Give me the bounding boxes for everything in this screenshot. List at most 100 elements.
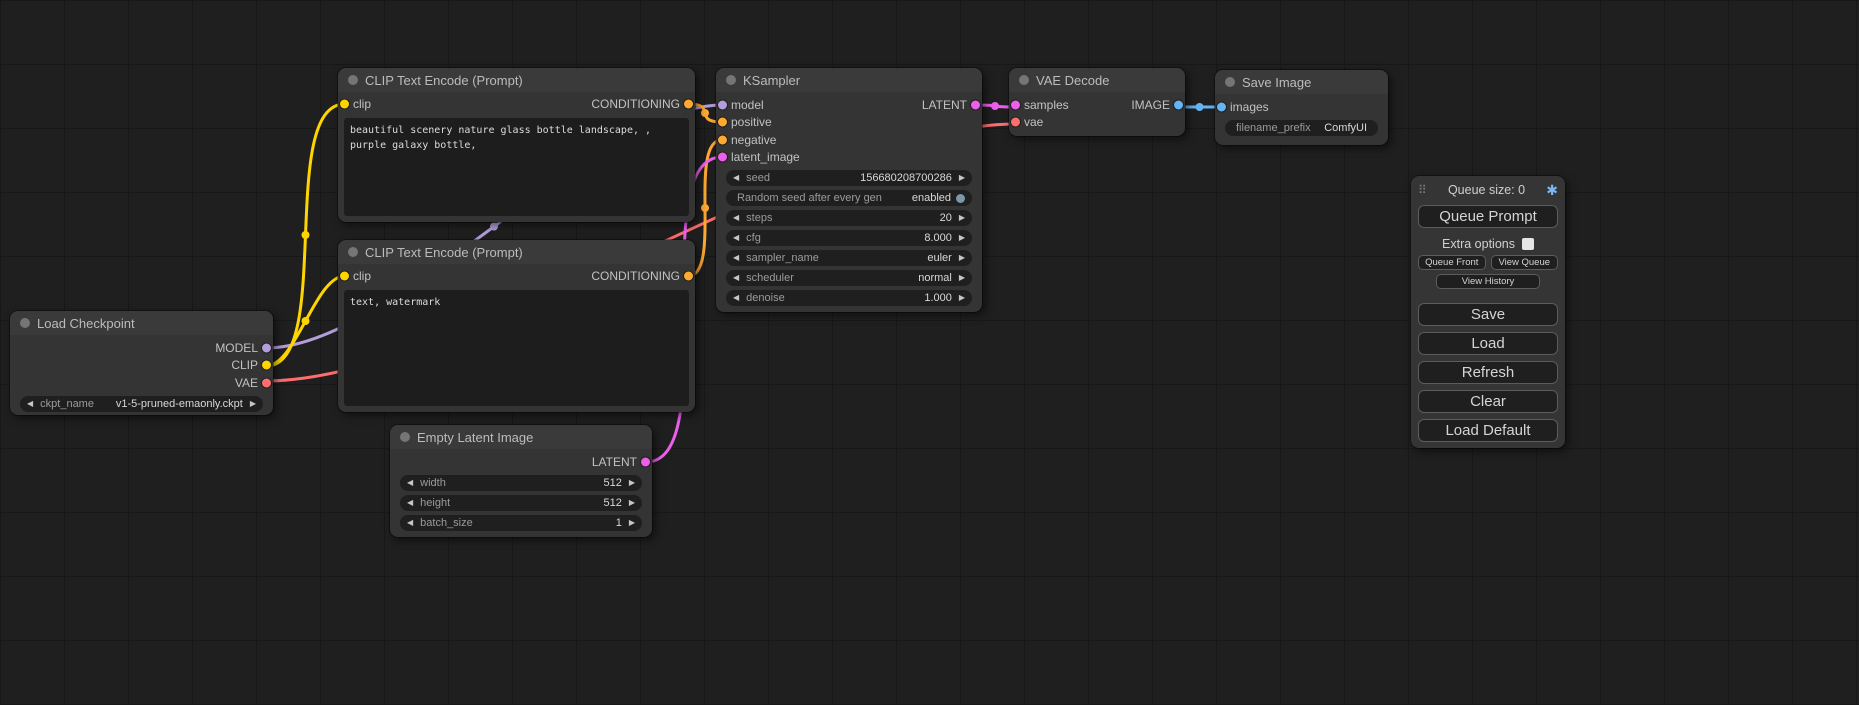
link-wire-clip xyxy=(266,276,345,366)
output-dot-vae[interactable] xyxy=(262,378,271,387)
settings-gear-icon[interactable]: ✱ xyxy=(1546,182,1558,199)
drag-handle-icon[interactable]: ⠿ xyxy=(1418,183,1427,197)
node-title-bar[interactable]: KSampler xyxy=(716,68,982,92)
decrement-arrow-icon[interactable]: ◀ xyxy=(733,234,739,242)
input-slot-latent-image: latent_image xyxy=(716,149,982,167)
collapse-dot[interactable] xyxy=(348,75,358,85)
output-slot-vae: VAE xyxy=(10,374,273,392)
node-title: Save Image xyxy=(1242,75,1311,90)
widget-width[interactable]: ◀ width 512 ▶ xyxy=(400,475,642,491)
input-dot-clip[interactable] xyxy=(340,100,349,109)
view-history-button[interactable]: View History xyxy=(1436,274,1540,289)
input-dot-negative[interactable] xyxy=(718,135,727,144)
output-label: VAE xyxy=(235,376,258,390)
widget-batch-size[interactable]: ◀ batch_size 1 ▶ xyxy=(400,515,642,531)
widget-random-seed-toggle[interactable]: Random seed after every gen enabled xyxy=(726,190,972,206)
slot-row: clip CONDITIONING xyxy=(338,92,695,116)
next-arrow-icon[interactable]: ▶ xyxy=(959,274,965,282)
decrement-arrow-icon[interactable]: ◀ xyxy=(407,499,413,507)
node-clip-text-encode-negative[interactable]: CLIP Text Encode (Prompt) clip CONDITION… xyxy=(338,240,695,412)
node-title-bar[interactable]: Load Checkpoint xyxy=(10,311,273,335)
prompt-textarea[interactable]: text, watermark xyxy=(344,290,689,406)
output-dot-model[interactable] xyxy=(262,343,271,352)
widget-steps[interactable]: ◀ steps 20 ▶ xyxy=(726,210,972,226)
view-queue-button[interactable]: View Queue xyxy=(1491,255,1559,270)
output-dot-latent[interactable] xyxy=(971,100,980,109)
widget-denoise[interactable]: ◀ denoise 1.000 ▶ xyxy=(726,290,972,306)
widget-filename-prefix[interactable]: filename_prefix ComfyUI xyxy=(1225,120,1378,136)
input-slot-negative: negative xyxy=(716,131,982,149)
widget-cfg[interactable]: ◀ cfg 8.000 ▶ xyxy=(726,230,972,246)
load-button[interactable]: Load xyxy=(1418,332,1558,355)
output-label: IMAGE xyxy=(1131,98,1170,112)
decrement-arrow-icon[interactable]: ◀ xyxy=(407,479,413,487)
decrement-arrow-icon[interactable]: ◀ xyxy=(733,174,739,182)
queue-prompt-button[interactable]: Queue Prompt xyxy=(1418,205,1558,228)
queue-front-button[interactable]: Queue Front xyxy=(1418,255,1486,270)
output-dot-image[interactable] xyxy=(1174,100,1183,109)
output-label: CLIP xyxy=(231,358,258,372)
input-dot-latent-image[interactable] xyxy=(718,153,727,162)
increment-arrow-icon[interactable]: ▶ xyxy=(629,479,635,487)
node-load-checkpoint[interactable]: Load Checkpoint MODEL CLIP VAE ◀ ckpt_na… xyxy=(10,311,273,415)
output-dot-conditioning[interactable] xyxy=(684,272,693,281)
node-ksampler[interactable]: KSampler model positive negative latent_… xyxy=(716,68,982,312)
output-dot-clip[interactable] xyxy=(262,361,271,370)
collapse-dot[interactable] xyxy=(1225,77,1235,87)
increment-arrow-icon[interactable]: ▶ xyxy=(629,519,635,527)
increment-arrow-icon[interactable]: ▶ xyxy=(959,214,965,222)
graph-canvas[interactable]: Load Checkpoint MODEL CLIP VAE ◀ ckpt_na… xyxy=(0,0,1859,705)
node-title-bar[interactable]: VAE Decode xyxy=(1009,68,1185,92)
toggle-dot[interactable] xyxy=(956,194,965,203)
input-dot-positive[interactable] xyxy=(718,118,727,127)
output-dot-latent[interactable] xyxy=(641,457,650,466)
increment-arrow-icon[interactable]: ▶ xyxy=(629,499,635,507)
load-default-button[interactable]: Load Default xyxy=(1418,419,1558,442)
collapse-dot[interactable] xyxy=(348,247,358,257)
input-slot-vae: vae xyxy=(1009,114,1185,132)
widget-value: 512 xyxy=(603,477,621,489)
node-clip-text-encode-positive[interactable]: CLIP Text Encode (Prompt) clip CONDITION… xyxy=(338,68,695,222)
collapse-dot[interactable] xyxy=(20,318,30,328)
link-midpoint-dot xyxy=(991,102,999,110)
node-empty-latent-image[interactable]: Empty Latent Image LATENT ◀ width 512 ▶ … xyxy=(390,425,652,537)
increment-arrow-icon[interactable]: ▶ xyxy=(959,174,965,182)
decrement-arrow-icon[interactable]: ◀ xyxy=(733,294,739,302)
link-midpoint-dot xyxy=(701,204,709,212)
input-dot-vae[interactable] xyxy=(1011,118,1020,127)
node-title-bar[interactable]: CLIP Text Encode (Prompt) xyxy=(338,68,695,92)
collapse-dot[interactable] xyxy=(1019,75,1029,85)
increment-arrow-icon[interactable]: ▶ xyxy=(959,294,965,302)
extra-options-checkbox[interactable] xyxy=(1522,238,1534,250)
decrement-arrow-icon[interactable]: ◀ xyxy=(733,214,739,222)
node-save-image[interactable]: Save Image images filename_prefix ComfyU… xyxy=(1215,70,1388,145)
collapse-dot[interactable] xyxy=(726,75,736,85)
widget-name: seed xyxy=(746,172,770,184)
output-dot-conditioning[interactable] xyxy=(684,100,693,109)
widget-height[interactable]: ◀ height 512 ▶ xyxy=(400,495,642,511)
widget-name: steps xyxy=(746,212,772,224)
next-arrow-icon[interactable]: ▶ xyxy=(959,254,965,262)
prev-arrow-icon[interactable]: ◀ xyxy=(27,400,33,408)
next-arrow-icon[interactable]: ▶ xyxy=(250,400,256,408)
collapse-dot[interactable] xyxy=(400,432,410,442)
prompt-textarea[interactable]: beautiful scenery nature glass bottle la… xyxy=(344,118,689,216)
widget-scheduler[interactable]: ◀ scheduler normal ▶ xyxy=(726,270,972,286)
widget-ckpt-name[interactable]: ◀ ckpt_name v1-5-pruned-emaonly.ckpt ▶ xyxy=(20,396,263,412)
node-title-bar[interactable]: CLIP Text Encode (Prompt) xyxy=(338,240,695,264)
node-title-bar[interactable]: Empty Latent Image xyxy=(390,425,652,449)
refresh-button[interactable]: Refresh xyxy=(1418,361,1558,384)
increment-arrow-icon[interactable]: ▶ xyxy=(959,234,965,242)
clear-button[interactable]: Clear xyxy=(1418,390,1558,413)
decrement-arrow-icon[interactable]: ◀ xyxy=(407,519,413,527)
widget-seed[interactable]: ◀ seed 156680208700286 ▶ xyxy=(726,170,972,186)
prev-arrow-icon[interactable]: ◀ xyxy=(733,274,739,282)
prev-arrow-icon[interactable]: ◀ xyxy=(733,254,739,262)
input-dot-images[interactable] xyxy=(1217,102,1226,111)
widget-sampler-name[interactable]: ◀ sampler_name euler ▶ xyxy=(726,250,972,266)
node-vae-decode[interactable]: VAE Decode samples vae IMAGE xyxy=(1009,68,1185,136)
node-title-bar[interactable]: Save Image xyxy=(1215,70,1388,94)
save-button[interactable]: Save xyxy=(1418,303,1558,326)
queue-size-label: Queue size: 0 xyxy=(1427,183,1546,197)
input-dot-clip[interactable] xyxy=(340,272,349,281)
